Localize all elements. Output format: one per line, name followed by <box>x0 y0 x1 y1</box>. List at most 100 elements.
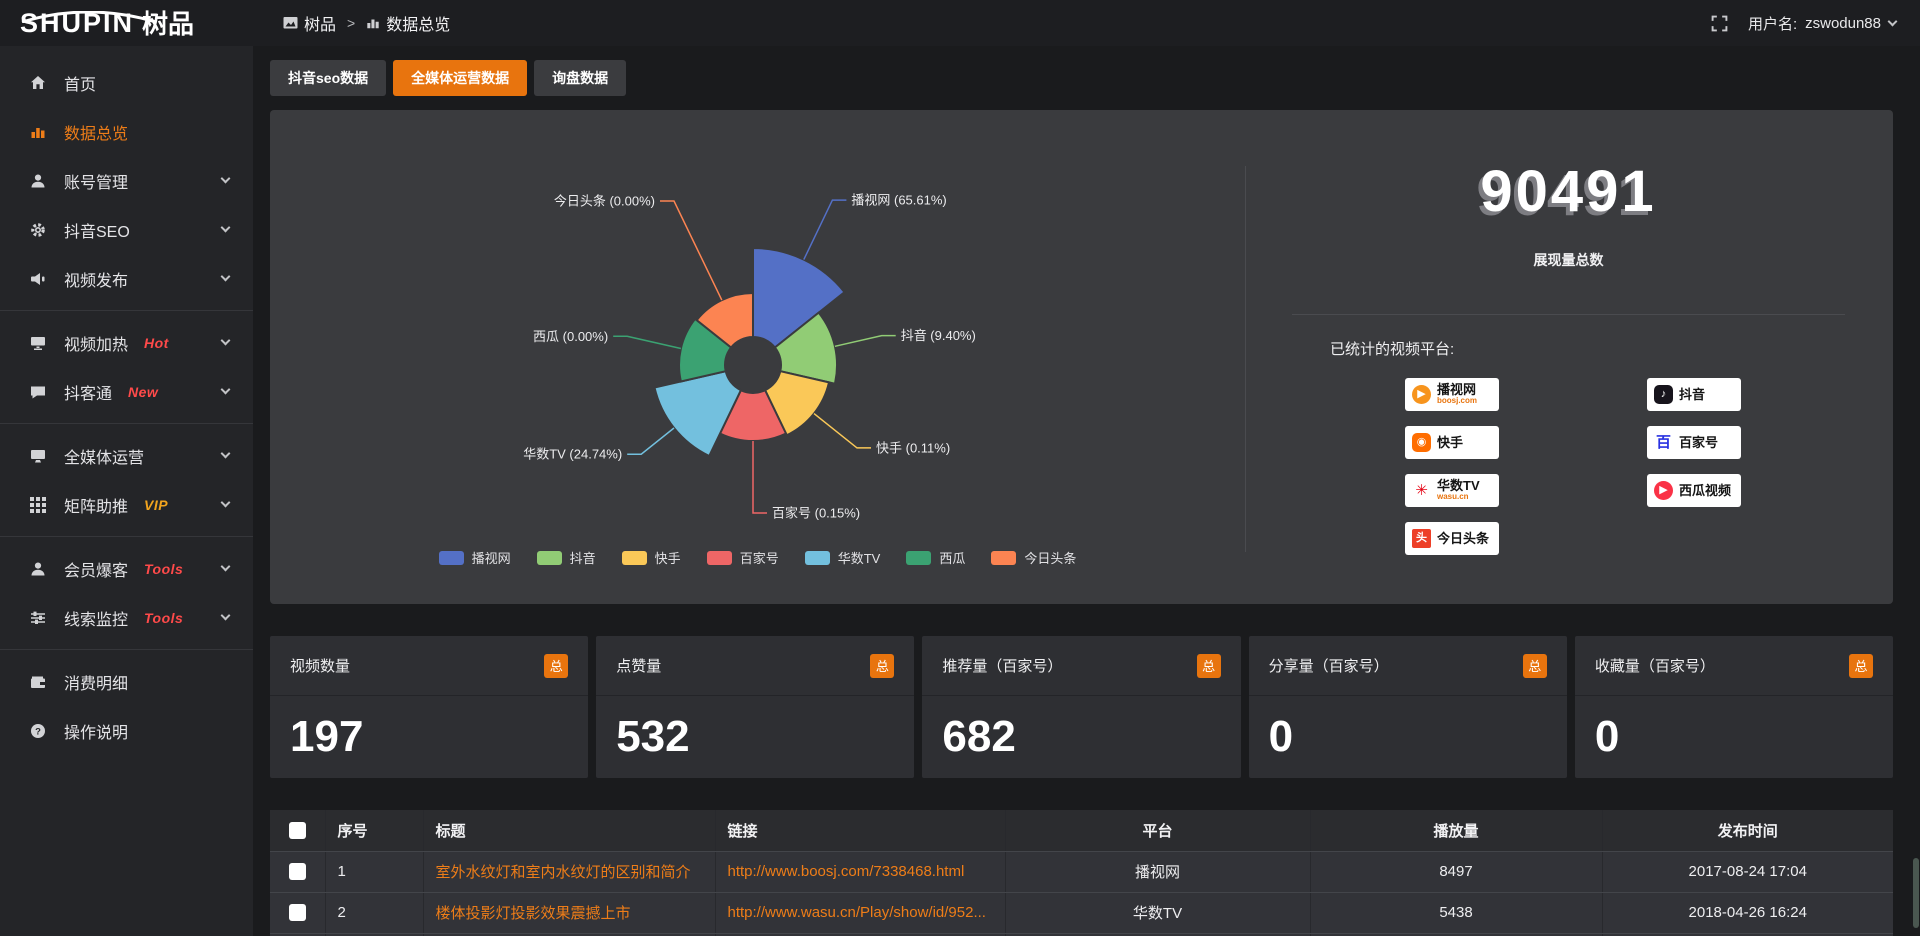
sidebar-item-label: 首页 <box>64 71 96 95</box>
legend-item[interactable]: 快手 <box>622 548 681 567</box>
table-row: 2 楼体投影灯投影效果震撼上市 http://www.wasu.cn/Play/… <box>270 892 1893 933</box>
fullscreen-icon[interactable] <box>1711 15 1728 32</box>
sidebar-item-label: 全媒体运营 <box>64 444 144 468</box>
total-badge: 总 <box>1849 654 1873 678</box>
user-menu[interactable]: 用户名: zswodun88 <box>1748 13 1896 34</box>
sidebar-item-instructions[interactable]: ? 操作说明 <box>0 706 253 755</box>
legend-item[interactable]: 西瓜 <box>906 548 965 567</box>
table-header-row: 序号 标题 链接 平台 播放量 发布时间 <box>270 810 1893 851</box>
sidebar-item-video-heating[interactable]: 视频加热 Hot <box>0 318 253 367</box>
col-header-title: 标题 <box>423 810 715 851</box>
cell-no: 1 <box>325 851 423 892</box>
pie-label-line <box>627 428 674 454</box>
scrollbar-thumb[interactable] <box>1913 858 1919 928</box>
chevron-down-icon <box>221 385 231 395</box>
stat-label: 点赞量 <box>616 655 661 676</box>
impressions-total-label: 展现量总数 <box>1292 250 1845 270</box>
legend-label: 快手 <box>655 548 681 567</box>
sidebar-item-home[interactable]: 首页 <box>0 58 253 107</box>
bar-chart-icon <box>30 124 50 140</box>
legend-label: 西瓜 <box>939 548 965 567</box>
legend-item[interactable]: 华数TV <box>805 548 881 567</box>
cell-title-link[interactable]: 楼体投影灯投影效果震撼上市 <box>423 892 715 933</box>
row-checkbox[interactable] <box>289 863 306 880</box>
svg-text:?: ? <box>35 726 41 737</box>
chevron-down-icon <box>221 272 231 282</box>
col-header-plays: 播放量 <box>1310 810 1602 851</box>
pie-label: 播视网 (65.61%) <box>851 193 946 208</box>
pie-slice[interactable] <box>655 371 741 456</box>
total-badge: 总 <box>1197 654 1221 678</box>
stat-card-shares: 分享量（百家号）总 0 <box>1249 636 1567 778</box>
sidebar-item-label: 矩阵助推 <box>64 493 128 517</box>
platform-badge-kuaishou: ◉ 快手 <box>1405 426 1499 459</box>
breadcrumb-root[interactable]: 树品 <box>283 11 336 35</box>
row-checkbox[interactable] <box>289 904 306 921</box>
pie-label: 今日头条 (0.00%) <box>554 194 655 209</box>
legend-label: 抖音 <box>570 548 596 567</box>
pie-label-line <box>835 336 896 347</box>
legend-item[interactable]: 今日头条 <box>991 548 1076 567</box>
kuaishou-icon: ◉ <box>1412 433 1431 452</box>
topbar-right: 用户名: zswodun88 <box>1711 13 1920 34</box>
sidebar-item-member-burst[interactable]: 会员爆客 Tools <box>0 544 253 593</box>
stat-card-likes: 点赞量总 532 <box>596 636 914 778</box>
platform-name: 抖音 <box>1679 388 1705 402</box>
pie-label-line <box>804 200 847 260</box>
chevron-down-icon <box>1888 16 1898 26</box>
breadcrumb: 树品 > 数据总览 <box>283 11 450 35</box>
sidebar-item-douyin-seo[interactable]: 抖音SEO <box>0 205 253 254</box>
legend-item[interactable]: 播视网 <box>439 548 511 567</box>
legend-label: 华数TV <box>838 548 881 567</box>
sidebar-divider <box>0 536 253 537</box>
new-badge: New <box>128 384 158 400</box>
tab-inquiry-data[interactable]: 询盘数据 <box>534 60 626 96</box>
toutiao-icon: 头 <box>1412 529 1431 548</box>
chart-panel: 播视网 (65.61%)抖音 (9.40%)快手 (0.11%)百家号 (0.1… <box>270 110 1893 604</box>
legend-swatch <box>622 551 647 565</box>
hot-badge: Hot <box>144 335 169 351</box>
select-all-checkbox[interactable] <box>289 822 306 839</box>
sidebar-item-omni-media[interactable]: 全媒体运营 <box>0 431 253 480</box>
tools-badge: Tools <box>144 561 183 577</box>
pie-label-line <box>613 336 681 348</box>
stat-value: 0 <box>1575 696 1893 762</box>
stat-label: 推荐量（百家号） <box>942 655 1062 676</box>
sidebar-item-data-overview[interactable]: 数据总览 <box>0 107 253 156</box>
breadcrumb-current[interactable]: 数据总览 <box>366 11 450 35</box>
platform-badge-boosj: ▶ 播视网boosj.com <box>1405 378 1499 411</box>
wasu-icon: ✳ <box>1412 481 1431 500</box>
sidebar-item-spending-detail[interactable]: 消费明细 <box>0 657 253 706</box>
tab-douyin-seo-data[interactable]: 抖音seo数据 <box>270 60 386 96</box>
cell-url-link[interactable]: http://www.boosj.com/7338468.html <box>715 851 1005 892</box>
legend-swatch <box>439 551 464 565</box>
platform-name: 华数TV <box>1437 479 1480 493</box>
total-badge: 总 <box>1523 654 1547 678</box>
rose-pie-chart: 播视网 (65.61%)抖音 (9.40%)快手 (0.11%)百家号 (0.1… <box>270 110 1245 604</box>
cell-no: 2 <box>325 892 423 933</box>
legend-label: 今日头条 <box>1024 548 1076 567</box>
topbar: SHUPIN 树品 树品 > 数据总览 用户名: zswodun88 <box>0 0 1920 46</box>
legend-item[interactable]: 百家号 <box>707 548 779 567</box>
platform-badge-douyin: ♪ 抖音 <box>1647 378 1741 411</box>
chat-icon <box>30 384 50 400</box>
legend-item[interactable]: 抖音 <box>537 548 596 567</box>
pie-label-line <box>660 201 722 300</box>
sidebar-item-account-management[interactable]: 账号管理 <box>0 156 253 205</box>
sidebar-item-video-publish[interactable]: 视频发布 <box>0 254 253 303</box>
user-icon <box>30 561 50 577</box>
breadcrumb-root-label: 树品 <box>304 11 336 35</box>
cell-plays: 8497 <box>1310 851 1602 892</box>
cell-title-link[interactable]: 室外水纹灯和室内水纹灯的区别和简介 <box>423 851 715 892</box>
sidebar-divider <box>0 310 253 311</box>
sidebar-item-label: 抖客通 <box>64 380 112 404</box>
sidebar-item-lead-monitor[interactable]: 线索监控 Tools <box>0 593 253 642</box>
sidebar-item-doketong[interactable]: 抖客通 New <box>0 367 253 416</box>
cell-url-link[interactable]: http://www.wasu.cn/Play/show/id/952... <box>715 892 1005 933</box>
chevron-down-icon <box>221 336 231 346</box>
monitor-icon <box>30 448 50 464</box>
sidebar-item-label: 账号管理 <box>64 169 128 193</box>
tab-omni-media-data[interactable]: 全媒体运营数据 <box>393 60 527 96</box>
sidebar-item-matrix-boost[interactable]: 矩阵助推 VIP <box>0 480 253 529</box>
platform-badge-baijiahao: 百 百家号 <box>1647 426 1741 459</box>
